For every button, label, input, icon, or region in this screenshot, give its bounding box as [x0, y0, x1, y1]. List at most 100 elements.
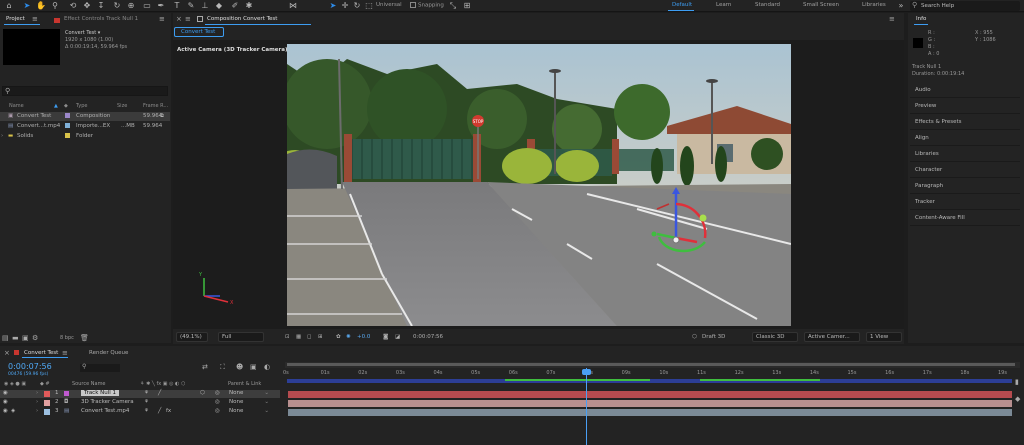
workspace-learn[interactable]: Learn: [716, 2, 731, 8]
panel-character[interactable]: Character: [910, 164, 1020, 178]
draft-3d-timeline-icon[interactable]: ⛶: [220, 363, 225, 372]
workspace-standard[interactable]: Standard: [755, 2, 780, 8]
project-item[interactable]: › ▬ Solids Folder: [0, 132, 170, 141]
tab-project[interactable]: Project: [6, 16, 25, 22]
panel-menu-icon[interactable]: ≡: [32, 15, 38, 23]
snapshot-icon[interactable]: ◙: [383, 334, 388, 340]
panel-tracker[interactable]: Tracker: [910, 196, 1020, 210]
close-comp-icon[interactable]: ×: [176, 15, 182, 23]
expand-arrow-icon[interactable]: ›: [36, 408, 38, 414]
visibility-icon[interactable]: ◉: [3, 399, 8, 405]
layer-row[interactable]: ◉ › 1 Track Null 1 ⚘ ╱ ⬡ ◎ None ⌄: [0, 390, 280, 398]
rotate-3d-icon[interactable]: ↻: [352, 1, 362, 11]
exposure-value[interactable]: +0.0: [357, 334, 370, 340]
panel-libraries[interactable]: Libraries: [910, 148, 1020, 162]
trash-icon[interactable]: 🗑: [80, 334, 89, 342]
layer-search-input[interactable]: ⚲: [80, 363, 120, 372]
project-selected-name[interactable]: Convert Test ▾: [65, 30, 100, 36]
pickwhip-icon[interactable]: ◎: [215, 390, 220, 396]
playhead-handle[interactable]: [582, 369, 591, 375]
quality-switch-icon[interactable]: ╱: [158, 408, 161, 414]
view-dropdown[interactable]: Active Camer...: [804, 332, 860, 342]
color-channels-icon[interactable]: ✿: [336, 334, 341, 340]
snap-options-icon[interactable]: ⤡: [448, 1, 458, 11]
clone-stamp-icon[interactable]: ⊥: [200, 1, 210, 11]
col-parent-link[interactable]: Parent & Link: [228, 381, 261, 387]
rectangle-tool-icon[interactable]: ▭: [142, 1, 152, 11]
project-item[interactable]: ▤ Convert...t.mp4 Importe...EX ...MB 59.…: [0, 122, 170, 131]
viewer-timecode[interactable]: 0:00:07:56: [413, 334, 443, 340]
panel-paragraph[interactable]: Paragraph: [910, 180, 1020, 194]
panel-effects-presets[interactable]: Effects & Presets: [910, 116, 1020, 130]
panel-audio[interactable]: Audio: [910, 84, 1020, 98]
3d-layer-switch-icon[interactable]: ⬡: [200, 390, 205, 396]
draft-3d-label[interactable]: Draft 3D: [702, 334, 725, 340]
zoom-dropdown[interactable]: (49.1%): [176, 332, 208, 342]
layer-name[interactable]: Track Null 1: [81, 390, 120, 396]
col-name[interactable]: Name: [9, 103, 24, 109]
roto-brush-icon[interactable]: ✐: [230, 1, 240, 11]
shy-switch-icon[interactable]: ⚘: [144, 408, 149, 414]
region-of-interest-icon[interactable]: ⊡: [285, 334, 290, 340]
puppet-pin-icon[interactable]: ✱: [244, 1, 254, 11]
resolution-dropdown[interactable]: Full: [218, 332, 264, 342]
eraser-tool-icon[interactable]: ◆: [214, 1, 224, 11]
timeline-navigator-end-icon[interactable]: ▮: [1015, 378, 1019, 386]
expand-arrow-icon[interactable]: ›: [1, 133, 3, 139]
motion-blur-icon[interactable]: ◐: [264, 363, 270, 371]
snap-edges-icon[interactable]: ⊞: [462, 1, 472, 11]
move-tool-icon[interactable]: ✛: [340, 1, 350, 11]
layer-bar-track-null[interactable]: [288, 391, 1012, 398]
visibility-icon[interactable]: ◉: [3, 390, 8, 396]
exposure-icon[interactable]: ✺: [346, 334, 351, 340]
workspace-overflow-icon[interactable]: »: [896, 1, 906, 11]
comp-panel-menu-icon[interactable]: ≡: [185, 15, 191, 23]
draft-3d-icon[interactable]: ⬡: [692, 334, 697, 340]
layer-bar-footage[interactable]: [288, 409, 1012, 416]
workspace-libraries[interactable]: Libraries: [862, 2, 886, 8]
dolly-camera-icon[interactable]: ↧: [96, 1, 106, 11]
shy-switch-icon[interactable]: ⚘: [144, 390, 149, 396]
project-item[interactable]: ▣ Convert Test Composition 59.964 ⧉: [0, 112, 170, 121]
tab-timeline-comp[interactable]: Convert Test: [24, 350, 58, 356]
work-area-range[interactable]: [287, 363, 1015, 366]
col-fps[interactable]: Frame R...: [143, 103, 168, 109]
snapping-checkbox[interactable]: Snapping: [410, 2, 444, 9]
comp-overflow-icon[interactable]: ≡: [889, 15, 895, 23]
type-tool-icon[interactable]: T: [172, 1, 182, 11]
zoom-tool-icon[interactable]: ⚲: [50, 1, 60, 11]
fx-switch-icon[interactable]: fx: [166, 408, 171, 414]
col-type[interactable]: Type: [76, 103, 87, 109]
tab-effect-controls[interactable]: Effect Controls Track Null 1: [64, 16, 138, 22]
brush-tool-icon[interactable]: ✎: [186, 1, 196, 11]
view-layout-dropdown[interactable]: 1 View: [866, 332, 902, 342]
interpret-footage-icon[interactable]: ▤: [2, 334, 9, 342]
pan-camera-icon[interactable]: ✥: [82, 1, 92, 11]
timeline-zoom-icon[interactable]: ◆: [1015, 395, 1020, 403]
mask-visibility-icon[interactable]: ◻: [307, 334, 312, 340]
layer-row[interactable]: ◉ › 2 ◘ 3D Tracker Camera ⚘ ◎ None ⌄: [0, 399, 280, 407]
pickwhip-icon[interactable]: ◎: [215, 408, 220, 414]
project-search-input[interactable]: ⚲: [2, 86, 168, 96]
panel-content-aware-fill[interactable]: Content-Aware Fill: [910, 212, 1020, 226]
rotate-tool-icon[interactable]: ↻: [112, 1, 122, 11]
anchor-point-tool-icon[interactable]: ⊕: [126, 1, 136, 11]
pickwhip-icon[interactable]: ◎: [215, 399, 220, 405]
pen-tool-icon[interactable]: ✒: [156, 1, 166, 11]
layer-color-swatch[interactable]: [44, 391, 50, 397]
col-size[interactable]: Size: [117, 103, 127, 109]
lock-icon[interactable]: [197, 16, 203, 22]
close-timeline-icon[interactable]: ×: [4, 349, 10, 357]
timeline-timecode[interactable]: 0:00:07:56: [8, 362, 52, 371]
layer-row[interactable]: ◉ ◈ › 3 ▤ Convert Test.mp4 ⚘ ╱ fx ◎ None…: [0, 408, 280, 416]
layer-color-swatch[interactable]: [44, 400, 50, 406]
timeline-menu-icon[interactable]: ≡: [62, 349, 68, 357]
audio-icon[interactable]: ◈: [11, 408, 15, 414]
selection-tool-2-icon[interactable]: ➤: [328, 1, 338, 11]
show-snapshot-icon[interactable]: ◪: [395, 334, 400, 340]
transparency-grid-icon[interactable]: ▦: [296, 334, 301, 340]
comp-footage[interactable]: STOP: [287, 44, 791, 326]
bpc-label[interactable]: 8 bpc: [60, 335, 74, 341]
effect-panel-menu-icon[interactable]: ≡: [159, 15, 165, 23]
new-folder-icon[interactable]: ▬: [12, 334, 19, 342]
